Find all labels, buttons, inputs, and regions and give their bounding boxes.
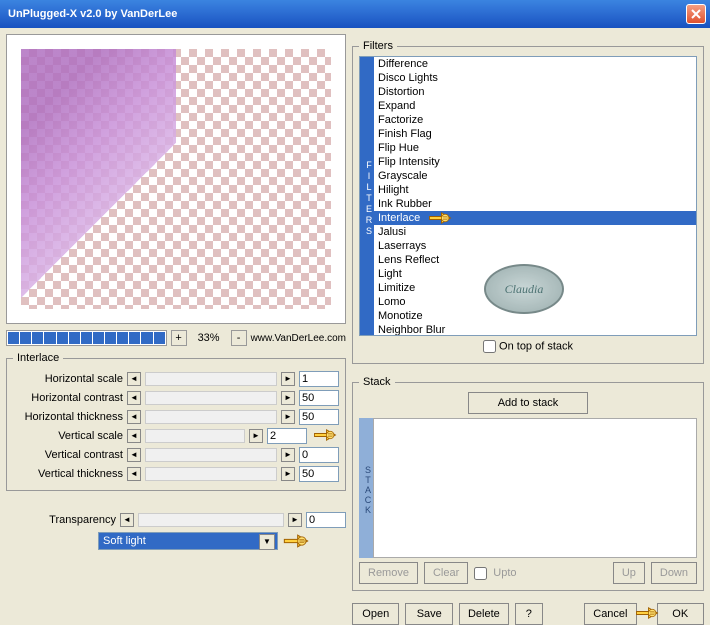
blendmode-value: Soft light: [103, 535, 146, 547]
filter-item[interactable]: Lomo: [374, 295, 696, 309]
website-link[interactable]: www.VanDerLee.com: [251, 333, 346, 344]
zoom-in-button[interactable]: +: [171, 330, 187, 346]
scroll-right-icon[interactable]: ►: [281, 448, 295, 462]
filter-item[interactable]: Flip Hue: [374, 141, 696, 155]
filter-item[interactable]: Distortion: [374, 85, 696, 99]
filter-item[interactable]: Expand: [374, 99, 696, 113]
add-to-stack-button[interactable]: Add to stack: [468, 392, 588, 414]
blendmode-dropdown[interactable]: Soft light: [98, 532, 278, 550]
pointer-hand-icon: [311, 426, 339, 446]
scroll-left-icon[interactable]: ◄: [127, 448, 141, 462]
param-slider[interactable]: [145, 391, 277, 405]
upto-checkbox[interactable]: [474, 567, 487, 580]
scroll-right-icon[interactable]: ►: [281, 391, 295, 405]
interlace-group: Interlace Horizontal scale ◄ ► Horizontal c…: [6, 352, 346, 491]
transparency-slider[interactable]: [138, 513, 284, 527]
pointer-hand-icon: [635, 604, 655, 624]
scroll-left-icon[interactable]: ◄: [127, 429, 141, 443]
ontop-checkbox[interactable]: [483, 340, 496, 353]
close-button[interactable]: [686, 4, 706, 24]
close-icon: [691, 9, 701, 19]
preview-image[interactable]: [21, 49, 331, 309]
param-input[interactable]: [299, 466, 339, 482]
scroll-left-icon[interactable]: ◄: [120, 513, 134, 527]
param-label: Horizontal scale: [13, 373, 123, 385]
scroll-left-icon[interactable]: ◄: [127, 372, 141, 386]
param-label: Vertical contrast: [13, 449, 123, 461]
param-input[interactable]: [299, 409, 339, 425]
zoom-percent: 33%: [191, 332, 227, 344]
filter-item[interactable]: Grayscale: [374, 169, 696, 183]
filter-item[interactable]: Flip Intensity: [374, 155, 696, 169]
param-slider[interactable]: [145, 410, 277, 424]
filter-item[interactable]: Laserrays: [374, 239, 696, 253]
param-input[interactable]: [299, 447, 339, 463]
scroll-right-icon[interactable]: ►: [249, 429, 263, 443]
down-button[interactable]: Down: [651, 562, 697, 584]
remove-button[interactable]: Remove: [359, 562, 418, 584]
param-label: Horizontal contrast: [13, 392, 123, 404]
scroll-left-icon[interactable]: ◄: [127, 467, 141, 481]
ontop-label: On top of stack: [499, 340, 573, 352]
param-input[interactable]: [299, 371, 339, 387]
filters-sidebar-label: FILTERS: [360, 57, 374, 335]
transparency-label: Transparency: [6, 514, 116, 526]
scroll-right-icon[interactable]: ►: [281, 410, 295, 424]
param-slider[interactable]: [145, 372, 277, 386]
filter-item[interactable]: Light: [374, 267, 696, 281]
stack-sidebar-label: STACK: [359, 418, 373, 558]
filter-item[interactable]: Limitize: [374, 281, 696, 295]
param-label: Vertical scale: [13, 430, 123, 442]
clear-button[interactable]: Clear: [424, 562, 468, 584]
open-button[interactable]: Open: [352, 603, 399, 625]
param-input[interactable]: [299, 390, 339, 406]
cancel-button[interactable]: Cancel: [584, 603, 636, 625]
filter-item[interactable]: Neighbor Blur: [374, 323, 696, 335]
help-button[interactable]: ?: [515, 603, 543, 625]
preview-panel: [6, 34, 346, 324]
filter-item[interactable]: Jalusi: [374, 225, 696, 239]
zoom-out-button[interactable]: -: [231, 330, 247, 346]
interlace-legend: Interlace: [13, 352, 63, 364]
stack-legend: Stack: [359, 376, 395, 388]
param-label: Vertical thickness: [13, 468, 123, 480]
scroll-right-icon[interactable]: ►: [281, 372, 295, 386]
param-input[interactable]: [267, 428, 307, 444]
filter-item[interactable]: Finish Flag: [374, 127, 696, 141]
filter-list[interactable]: DifferenceDisco LightsDistortionExpandFa…: [374, 57, 696, 335]
pointer-hand-icon: [282, 531, 310, 551]
param-label: Horizontal thickness: [13, 411, 123, 423]
ok-button[interactable]: OK: [657, 603, 704, 625]
filter-item[interactable]: Disco Lights: [374, 71, 696, 85]
filter-item[interactable]: Lens Reflect: [374, 253, 696, 267]
progress-bar: [6, 330, 167, 346]
pointer-hand-icon: [426, 209, 454, 229]
up-button[interactable]: Up: [613, 562, 645, 584]
scroll-left-icon[interactable]: ◄: [127, 391, 141, 405]
filter-item[interactable]: Ink Rubber: [374, 197, 696, 211]
filter-item[interactable]: Factorize: [374, 113, 696, 127]
scroll-left-icon[interactable]: ◄: [127, 410, 141, 424]
stack-group: Stack Add to stack STACK Remove Clear Up…: [352, 376, 704, 591]
delete-button[interactable]: Delete: [459, 603, 509, 625]
scroll-right-icon[interactable]: ►: [288, 513, 302, 527]
save-button[interactable]: Save: [405, 603, 452, 625]
param-slider[interactable]: [145, 467, 277, 481]
param-slider[interactable]: [145, 429, 245, 443]
upto-label: Upto: [493, 567, 516, 579]
filter-item[interactable]: Monotize: [374, 309, 696, 323]
param-slider[interactable]: [145, 448, 277, 462]
stack-list[interactable]: [373, 418, 697, 558]
filter-item[interactable]: Interlace: [374, 211, 696, 225]
transparency-input[interactable]: [306, 512, 346, 528]
filters-group: Filters FILTERS DifferenceDisco LightsDi…: [352, 40, 704, 364]
filter-item[interactable]: Difference: [374, 57, 696, 71]
scroll-right-icon[interactable]: ►: [281, 467, 295, 481]
filter-item[interactable]: Hilight: [374, 183, 696, 197]
window-title: UnPlugged-X v2.0 by VanDerLee: [4, 8, 686, 20]
filters-legend: Filters: [359, 40, 397, 52]
